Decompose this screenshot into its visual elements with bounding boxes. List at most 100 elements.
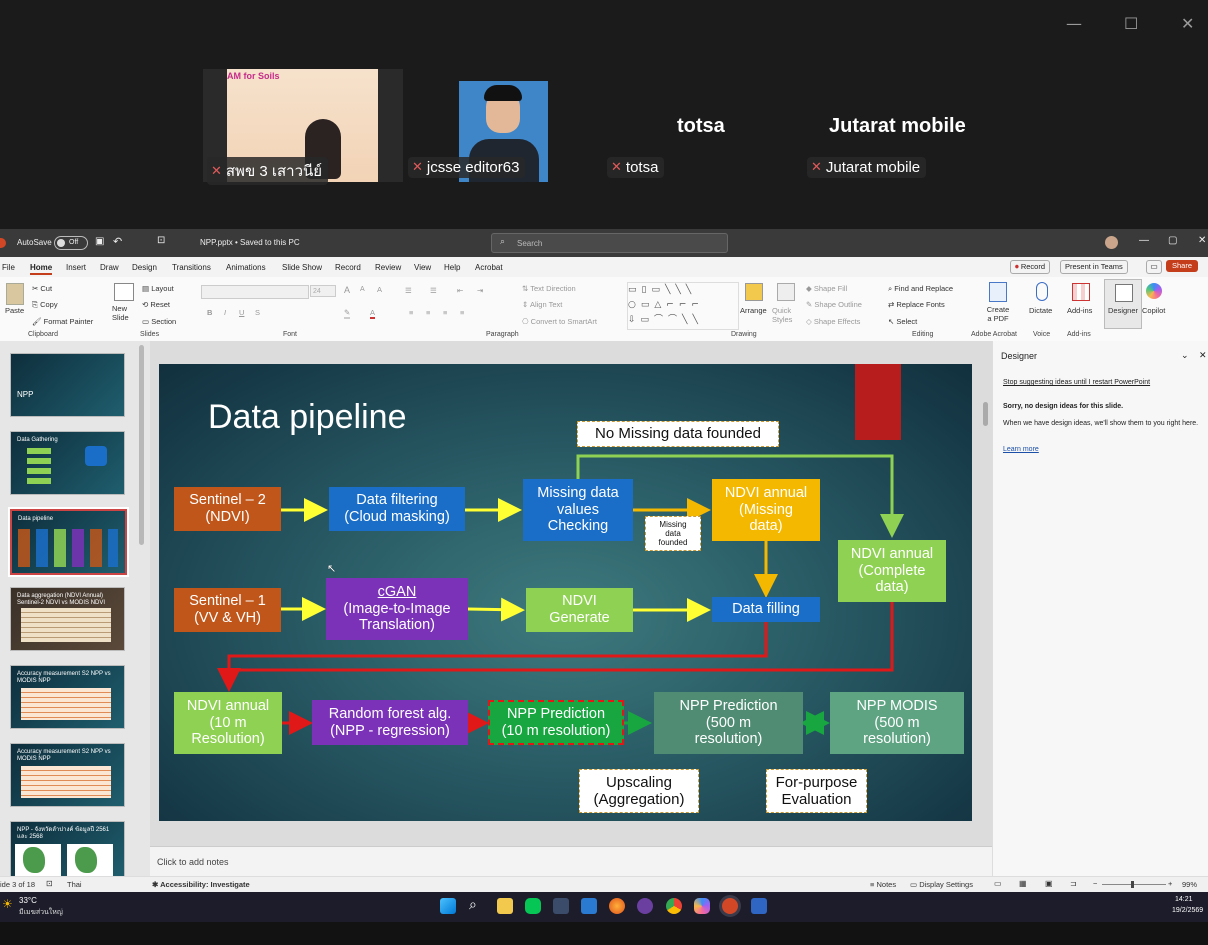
tab-review[interactable]: Review <box>375 263 401 272</box>
dictate-button[interactable]: Dictate <box>1029 306 1052 315</box>
font-family-dropdown[interactable] <box>201 285 309 299</box>
slide-scrollbar[interactable] <box>983 402 988 426</box>
box-cgan[interactable]: cGAN (Image-to-Image Translation) <box>326 578 468 640</box>
chrome-icon[interactable] <box>666 898 682 914</box>
comments-icon[interactable]: ▭ <box>1146 260 1162 274</box>
minimize-button[interactable]: — <box>1066 14 1082 33</box>
layout-button[interactable]: ▤ Layout <box>142 284 174 293</box>
shape-fill-button[interactable]: ◆ Shape Fill <box>806 284 847 293</box>
note-missing-founded[interactable]: Missing data founded <box>645 516 701 551</box>
account-avatar[interactable] <box>1105 236 1118 249</box>
copy-button[interactable]: ⎘ Copy <box>32 300 58 310</box>
box-npp-prediction-500m[interactable]: NPP Prediction (500 m resolution) <box>654 692 803 754</box>
arrange-button[interactable]: Arrange <box>740 306 767 315</box>
shape-effects-button[interactable]: ◇ Shape Effects <box>806 317 860 326</box>
designer-button-frame[interactable]: Designer <box>1104 279 1142 329</box>
close-button[interactable]: ✕ <box>1181 14 1194 33</box>
notes-pane[interactable]: Click to add notes <box>150 846 992 877</box>
firefox-icon[interactable] <box>609 898 625 914</box>
create-pdf-icon[interactable] <box>989 282 1007 302</box>
zoom-out-icon[interactable]: − <box>1093 879 1097 888</box>
find-button[interactable]: ⌕ Find and Replace <box>888 284 953 294</box>
snipping-tool-icon[interactable] <box>553 898 569 914</box>
ppt-minimize-button[interactable]: — <box>1139 235 1149 246</box>
bold-icon[interactable]: B <box>207 308 212 317</box>
box-ndvi-10m[interactable]: NDVI annual (10 m Resolution) <box>174 692 282 754</box>
box-ndvi-generate[interactable]: NDVI Generate <box>526 588 633 632</box>
stop-suggesting-link[interactable]: Stop suggesting ideas until I restart Po… <box>1003 379 1150 386</box>
replace-fonts-button[interactable]: ⇄ Replace Fonts <box>888 300 945 309</box>
shapes-gallery[interactable]: ▭▯▭╲╲╲ ○▭△⌐⌐⌐ ⇩▭⌒⌒╲╲ <box>627 282 739 330</box>
bullets-icon[interactable]: ☰ <box>405 286 412 295</box>
paste-button[interactable]: Paste <box>5 306 24 315</box>
box-data-filling[interactable]: Data filling <box>712 597 820 622</box>
reading-view-icon[interactable]: ▣ <box>1045 879 1053 888</box>
arrange-icon[interactable] <box>745 283 763 301</box>
slide-thumbnail-2[interactable]: Data Gathering <box>10 431 125 495</box>
tab-draw[interactable]: Draw <box>100 263 119 272</box>
underline-icon[interactable]: U <box>239 308 244 317</box>
present-from-start-icon[interactable]: ⊡ <box>157 235 165 246</box>
italic-icon[interactable]: I <box>224 308 226 317</box>
participant-tile-2[interactable]: ✕ jcsse editor63 <box>403 69 603 182</box>
align-center-icon[interactable]: ≡ <box>426 308 430 317</box>
numbering-icon[interactable]: ☰ <box>430 286 437 295</box>
note-no-missing[interactable]: No Missing data founded <box>577 421 779 447</box>
add-ins-button[interactable]: Add-ins <box>1067 306 1092 315</box>
weather-desc[interactable]: มีเมฆส่วนใหญ่ <box>19 907 63 918</box>
decrease-font-icon[interactable]: A <box>360 286 365 293</box>
quick-styles-icon[interactable] <box>777 283 795 301</box>
increase-font-icon[interactable]: A <box>344 285 350 295</box>
language-indicator[interactable]: Thai <box>67 880 82 889</box>
highlight-icon[interactable]: ✎ <box>344 308 351 319</box>
line-app-icon[interactable] <box>525 898 541 914</box>
slide-thumbnail-6[interactable]: Accuracy measurement S2 NPP vs MODIS NPP <box>10 743 125 807</box>
normal-view-icon[interactable]: ▭ <box>994 879 1002 888</box>
microphone-icon[interactable] <box>1036 282 1048 301</box>
reset-button[interactable]: ⟲ Reset <box>142 300 170 309</box>
copilot-button[interactable]: Copilot <box>1142 306 1165 315</box>
display-settings-button[interactable]: ▭ Display Settings <box>910 880 973 889</box>
convert-smartart-button[interactable]: ⎔ Convert to SmartArt <box>522 317 597 326</box>
participant-tile-4[interactable]: Jutarat mobile ✕ Jutarat mobile <box>803 69 1003 182</box>
taskbar-search-icon[interactable]: ⌕ <box>469 897 477 913</box>
powerpoint-taskbar-icon[interactable] <box>722 898 738 914</box>
spellcheck-icon[interactable]: ⊡ <box>46 879 53 888</box>
font-size-dropdown[interactable]: 24 <box>310 285 336 297</box>
tab-slide-show[interactable]: Slide Show <box>282 263 322 272</box>
maximize-button[interactable]: ☐ <box>1124 14 1138 33</box>
box-npp-modis[interactable]: NPP MODIS (500 m resolution) <box>830 692 964 754</box>
slide-canvas[interactable]: Data pipeline No Missing data founded Se… <box>159 364 972 821</box>
add-ins-icon[interactable] <box>1072 283 1090 301</box>
tab-home[interactable]: Home <box>30 263 53 275</box>
slide-thumbnail-3-selected[interactable]: Data pipeline <box>10 509 127 575</box>
new-slide-icon[interactable] <box>114 283 134 301</box>
align-left-icon[interactable]: ≡ <box>409 308 413 317</box>
present-in-teams-button[interactable]: Present in Teams <box>1060 260 1128 274</box>
slide-title[interactable]: Data pipeline <box>208 398 406 437</box>
tab-file[interactable]: File <box>2 263 15 272</box>
strikethrough-icon[interactable]: S <box>255 308 260 317</box>
box-missing-check[interactable]: Missing data values Checking <box>523 479 633 541</box>
box-sentinel-2[interactable]: Sentinel – 2 (NDVI) <box>174 487 281 531</box>
chevron-down-icon[interactable]: ⌄ <box>1181 350 1189 361</box>
indent-icon[interactable]: ⇤ <box>457 286 463 295</box>
search-box[interactable]: ⌕ Search <box>491 233 728 253</box>
cut-button[interactable]: ✂ Cut <box>32 284 52 293</box>
shape-outline-button[interactable]: ✎ Shape Outline <box>806 300 862 309</box>
zoom-in-icon[interactable]: + <box>1168 879 1172 888</box>
paste-icon[interactable] <box>6 283 24 305</box>
tab-design[interactable]: Design <box>132 263 157 272</box>
tab-help[interactable]: Help <box>444 263 460 272</box>
record-button[interactable]: ⏺ Record <box>1010 260 1051 274</box>
undo-icon[interactable]: ↶ <box>113 235 122 248</box>
close-icon[interactable]: ✕ <box>1199 350 1207 361</box>
outdent-icon[interactable]: ⇥ <box>477 286 483 295</box>
tab-transitions[interactable]: Transitions <box>172 263 211 272</box>
zoom-level[interactable]: 99% <box>1182 880 1197 889</box>
app-icon[interactable] <box>637 898 653 914</box>
weather-temp[interactable]: 33°C <box>19 896 37 905</box>
windows-start-icon[interactable] <box>440 898 456 914</box>
note-upscaling[interactable]: Upscaling (Aggregation) <box>579 769 699 813</box>
slide-thumbnail-4[interactable]: Data aggregation (NDVI Annual) Sentinel-… <box>10 587 125 651</box>
